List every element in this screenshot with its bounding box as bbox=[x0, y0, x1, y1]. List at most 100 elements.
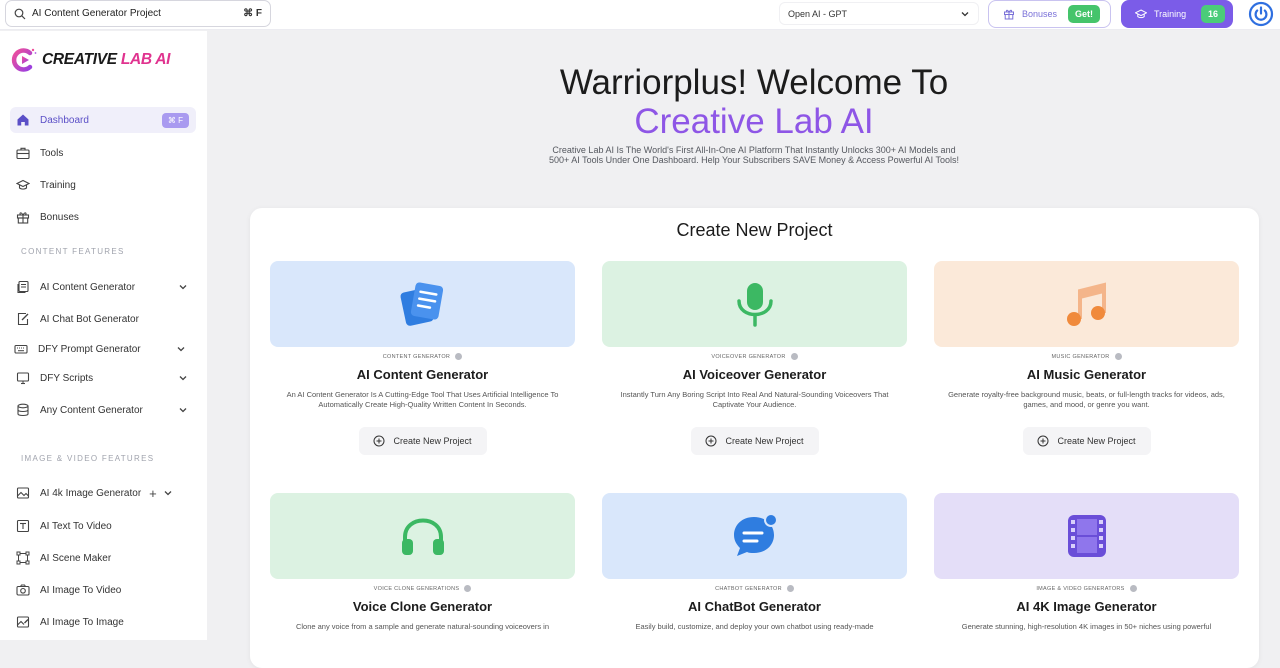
card-description: Instantly Turn Any Boring Script Into Re… bbox=[620, 390, 889, 409]
sidebar-item-label: AI Image To Video bbox=[40, 584, 122, 596]
hero-description: Creative Lab AI Is The World's First All… bbox=[549, 145, 959, 165]
card-description: An AI Content Generator Is A Cutting-Edg… bbox=[286, 390, 559, 409]
card-category-label: CONTENT GENERATOR bbox=[382, 353, 451, 360]
keyboard-icon bbox=[14, 344, 28, 354]
sidebar-item-ai-4k-image-generator[interactable]: AI 4k Image Generator + bbox=[10, 480, 196, 506]
hero-title: Warriorplus! Welcome To bbox=[559, 63, 949, 102]
edit-document-icon bbox=[17, 312, 29, 326]
tool-card-ai-voiceover-generator: VOICEOVER GENERATOR AI Voiceover Generat… bbox=[602, 261, 907, 455]
create-button-label: Create New Project bbox=[393, 436, 472, 446]
chevron-down-icon[interactable] bbox=[178, 282, 188, 292]
toolbox-icon bbox=[16, 147, 30, 160]
sidebar-item-ai-content-generator[interactable]: AI Content Generator bbox=[10, 274, 196, 300]
search-icon bbox=[14, 8, 26, 19]
card-banner[interactable] bbox=[934, 261, 1239, 347]
chevron-down-icon[interactable] bbox=[178, 373, 188, 383]
chevron-down-icon[interactable] bbox=[163, 488, 173, 498]
card-description: Clone any voice from a sample and genera… bbox=[295, 622, 550, 631]
plus-circle-icon bbox=[373, 435, 385, 447]
power-icon[interactable] bbox=[1248, 1, 1274, 27]
logo-text-part1: CREATIVE bbox=[42, 51, 121, 68]
text-video-icon bbox=[16, 519, 30, 533]
chevron-down-icon[interactable] bbox=[178, 405, 188, 415]
sidebar-item-ai-text-to-video[interactable]: AI Text To Video bbox=[10, 513, 196, 539]
sidebar-item-tools[interactable]: Tools bbox=[10, 140, 196, 166]
headphones-icon bbox=[401, 518, 444, 555]
sidebar-item-ai-scene-maker[interactable]: AI Scene Maker bbox=[10, 545, 196, 571]
chevron-down-icon bbox=[961, 11, 969, 16]
tool-card-ai-chatbot-generator: CHATBOT GENERATOR AI ChatBot Generator E… bbox=[602, 493, 907, 632]
training-label: Training bbox=[1154, 9, 1187, 19]
sidebar-item-ai-image-to-image[interactable]: AI Image To Image bbox=[10, 609, 196, 635]
create-new-project-button[interactable]: Create New Project bbox=[690, 427, 819, 455]
info-icon[interactable] bbox=[1114, 353, 1122, 360]
card-banner[interactable] bbox=[602, 493, 907, 579]
bonuses-button[interactable]: Bonuses Get! bbox=[988, 0, 1111, 28]
sidebar-item-label: Training bbox=[40, 179, 76, 191]
film-strip-icon bbox=[1067, 515, 1106, 557]
sidebar-item-ai-image-to-video[interactable]: AI Image To Video bbox=[10, 577, 196, 603]
search-input[interactable] bbox=[32, 8, 222, 19]
sidebar-item-bonuses[interactable]: Bonuses bbox=[10, 204, 196, 230]
sidebar-item-dfy-prompt-generator[interactable]: DFY Prompt Generator bbox=[8, 336, 194, 362]
create-project-panel: Create New Project CONTENT GENERATOR AI … bbox=[250, 208, 1259, 668]
info-icon[interactable] bbox=[790, 353, 798, 360]
create-button-label: Create New Project bbox=[725, 436, 804, 446]
create-button-label: Create New Project bbox=[1057, 436, 1136, 446]
card-category: Music GENERATOR bbox=[934, 353, 1239, 360]
shortcut-badge: ⌘ F bbox=[161, 112, 189, 128]
hero-subtitle: Creative Lab AI bbox=[634, 102, 874, 141]
tool-card-ai-4k-image-generator: IMAGE & VIDEO GENERATORS AI 4K Image Gen… bbox=[934, 493, 1239, 632]
create-new-project-button[interactable]: Create New Project bbox=[1022, 427, 1151, 455]
sidebar-item-label: AI Image To Image bbox=[40, 616, 124, 628]
training-badge: 16 bbox=[1200, 5, 1225, 23]
panel-title: Create New Project bbox=[676, 220, 833, 240]
card-title: AI Content Generator bbox=[356, 367, 489, 382]
info-icon[interactable] bbox=[786, 585, 794, 592]
image-icon bbox=[16, 487, 30, 499]
card-category: VOICE CLONE GENERATIONS bbox=[270, 585, 575, 592]
chat-bubble-icon bbox=[733, 513, 778, 556]
sidebar-item-label: Any Content Generator bbox=[40, 404, 143, 416]
monitor-icon bbox=[16, 372, 30, 385]
card-banner[interactable] bbox=[602, 261, 907, 347]
card-description: Generate stunning, high-resolution 4K im… bbox=[961, 622, 1212, 631]
info-icon[interactable] bbox=[455, 353, 463, 360]
info-icon[interactable] bbox=[1129, 585, 1137, 592]
music-note-icon bbox=[1066, 282, 1106, 326]
logo-text: CREATIVE LAB AI bbox=[42, 51, 170, 69]
card-banner[interactable] bbox=[270, 493, 575, 579]
create-new-project-button[interactable]: Create New Project bbox=[358, 427, 487, 455]
card-banner[interactable] bbox=[270, 261, 575, 347]
sidebar-item-label: DFY Scripts bbox=[40, 372, 94, 384]
search-shortcut: ⌘ F bbox=[243, 8, 262, 19]
sidebar-item-label: AI 4k Image Generator bbox=[40, 487, 142, 499]
bonuses-badge: Get! bbox=[1068, 5, 1100, 23]
model-select-value: Open AI - GPT bbox=[788, 8, 848, 19]
info-icon[interactable] bbox=[464, 585, 472, 592]
card-category-label: CHATBOT GENERATOR bbox=[715, 585, 782, 592]
plus-icon[interactable]: + bbox=[149, 486, 157, 501]
sidebar-item-label: AI Scene Maker bbox=[40, 552, 112, 564]
training-button[interactable]: Training 16 bbox=[1121, 0, 1233, 28]
image-edit-icon bbox=[16, 616, 30, 628]
card-banner[interactable] bbox=[934, 493, 1239, 579]
card-category: CONTENT GENERATOR bbox=[270, 353, 575, 360]
camera-icon bbox=[16, 584, 30, 596]
sidebar-item-training[interactable]: Training bbox=[10, 172, 196, 198]
model-select[interactable]: Open AI - GPT bbox=[779, 2, 979, 25]
sidebar-item-dashboard[interactable]: Dashboard ⌘ F bbox=[10, 107, 196, 133]
graduation-cap-icon bbox=[1135, 9, 1147, 19]
sidebar-item-any-content-generator[interactable]: Any Content Generator bbox=[10, 397, 196, 423]
home-icon bbox=[17, 114, 29, 126]
chevron-down-icon[interactable] bbox=[176, 344, 186, 354]
card-category-label: IMAGE & VIDEO GENERATORS bbox=[1036, 585, 1125, 592]
search-box[interactable]: ⌘ F bbox=[5, 0, 271, 27]
section-label-image-video: IMAGE & VIDEO FEATURES bbox=[21, 454, 155, 463]
sidebar-item-label: Dashboard bbox=[40, 114, 89, 126]
sidebar-item-ai-chat-bot-generator[interactable]: AI Chat Bot Generator bbox=[10, 306, 196, 332]
tool-card-ai-content-generator: CONTENT GENERATOR AI Content Generator A… bbox=[270, 261, 575, 455]
logo[interactable]: CREATIVE LAB AI bbox=[10, 46, 170, 74]
sidebar-item-dfy-scripts[interactable]: DFY Scripts bbox=[10, 365, 196, 391]
card-description: Generate royalty-free background music, … bbox=[948, 390, 1225, 409]
